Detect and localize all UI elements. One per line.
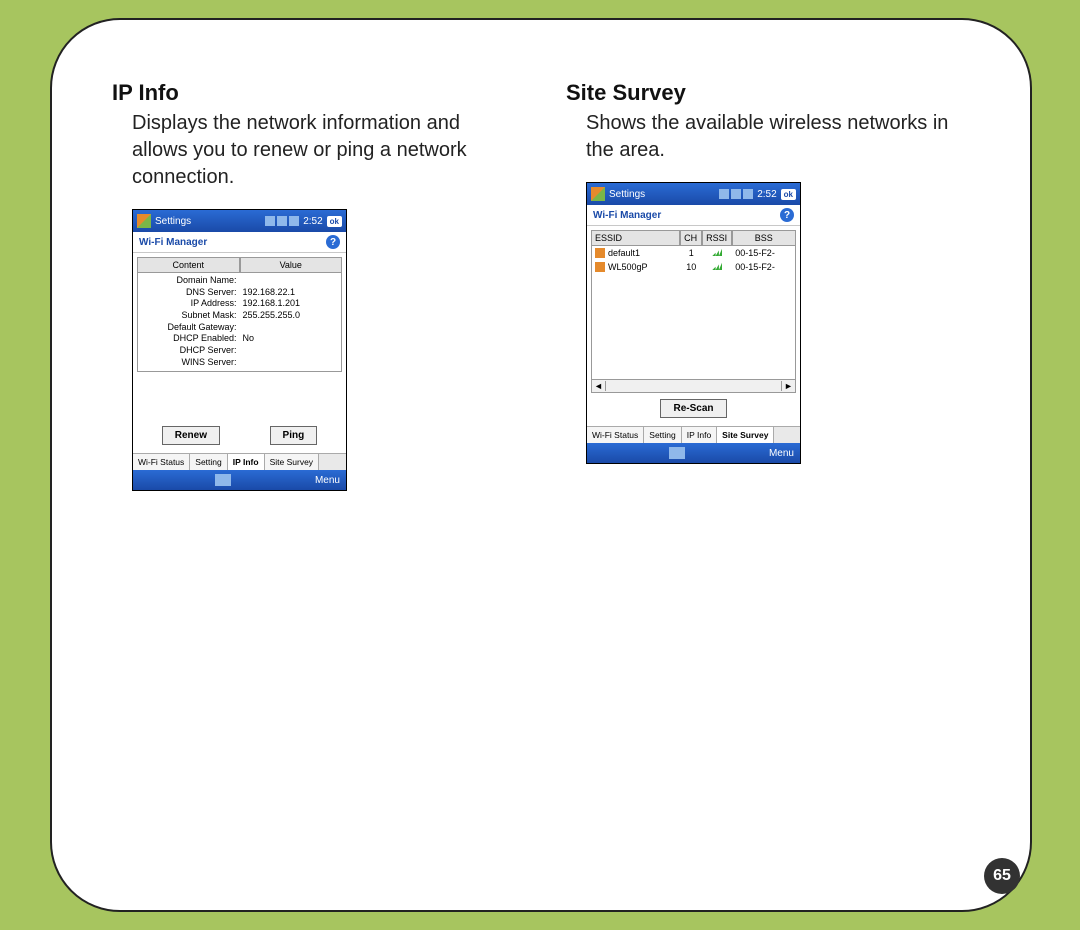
kv-row: IP Address:192.168.1.201: [142, 298, 337, 310]
right-column: Site Survey Shows the available wireless…: [566, 80, 970, 491]
status-icons: [719, 189, 753, 199]
kv-row: Domain Name:: [142, 275, 337, 287]
titlebar: Settings 2:52 ok: [587, 183, 800, 205]
col-rssi: RSSI: [702, 230, 732, 246]
network-row[interactable]: WL500gP 10 00-15-F2-: [592, 260, 795, 274]
tabs: Wi-Fi Status Setting IP Info Site Survey: [133, 453, 346, 470]
tab-setting[interactable]: Setting: [190, 454, 227, 470]
ping-button[interactable]: Ping: [270, 426, 318, 445]
keyboard-icon[interactable]: [215, 474, 231, 486]
screen-body: ESSID CH RSSI BSS default1 1 00-15-F2-: [587, 226, 800, 426]
rescan-row: Re-Scan: [591, 393, 796, 422]
col-content: Content: [137, 257, 240, 273]
col-bss: BSS: [732, 230, 796, 246]
ip-info-screenshot: Settings 2:52 ok Wi-Fi Manager ? Content…: [132, 209, 347, 491]
site-survey-screenshot: Settings 2:52 ok Wi-Fi Manager ? ESSID C…: [586, 182, 801, 464]
kv-row: DHCP Server:: [142, 345, 337, 357]
manual-page: IP Info Displays the network information…: [50, 18, 1032, 912]
titlebar-time: 2:52: [303, 216, 322, 227]
tab-setting[interactable]: Setting: [644, 427, 681, 443]
renew-button[interactable]: Renew: [162, 426, 220, 445]
page-number-badge: 65: [984, 858, 1020, 894]
titlebar-time: 2:52: [757, 189, 776, 200]
scroll-track[interactable]: [606, 380, 781, 392]
bottombar: Menu: [133, 470, 346, 490]
help-icon[interactable]: ?: [326, 235, 340, 249]
left-column: IP Info Displays the network information…: [112, 80, 516, 491]
scroll-left-icon[interactable]: ◄: [592, 381, 606, 391]
subheader-title: Wi-Fi Manager: [139, 237, 207, 248]
tab-wifi-status[interactable]: Wi-Fi Status: [133, 454, 190, 470]
site-survey-description: Shows the available wireless networks in…: [566, 110, 970, 164]
screen-body: Content Value Domain Name: DNS Server:19…: [133, 253, 346, 453]
bottombar: Menu: [587, 443, 800, 463]
kv-body: Domain Name: DNS Server:192.168.22.1 IP …: [137, 273, 342, 372]
kv-row: WINS Server:: [142, 357, 337, 369]
subheader: Wi-Fi Manager ?: [587, 205, 800, 226]
windows-mobile-icon: [137, 214, 151, 228]
network-icon: [595, 248, 605, 258]
ss-body: default1 1 00-15-F2- WL500gP 10 00-15-F2…: [591, 246, 796, 380]
scroll-right-icon[interactable]: ►: [781, 381, 795, 391]
titlebar: Settings 2:52 ok: [133, 210, 346, 232]
menu-label[interactable]: Menu: [769, 448, 794, 459]
keyboard-icon[interactable]: [669, 447, 685, 459]
ip-info-heading: IP Info: [112, 80, 516, 106]
ok-button[interactable]: ok: [327, 216, 342, 227]
kv-row: DNS Server:192.168.22.1: [142, 287, 337, 299]
subheader: Wi-Fi Manager ?: [133, 232, 346, 253]
menu-label[interactable]: Menu: [315, 475, 340, 486]
signal-icon: [712, 262, 722, 270]
rescan-button[interactable]: Re-Scan: [660, 399, 726, 418]
h-scrollbar[interactable]: ◄ ►: [591, 380, 796, 393]
network-icon: [595, 262, 605, 272]
help-icon[interactable]: ?: [780, 208, 794, 222]
ok-button[interactable]: ok: [781, 189, 796, 200]
site-survey-heading: Site Survey: [566, 80, 970, 106]
kv-row: Default Gateway:: [142, 322, 337, 334]
tab-site-survey[interactable]: Site Survey: [717, 427, 774, 443]
tabs: Wi-Fi Status Setting IP Info Site Survey: [587, 426, 800, 443]
tab-ip-info[interactable]: IP Info: [228, 454, 265, 470]
titlebar-label: Settings: [609, 189, 645, 200]
signal-icon: [712, 248, 722, 256]
tab-wifi-status[interactable]: Wi-Fi Status: [587, 427, 644, 443]
kv-row: Subnet Mask:255.255.255.0: [142, 310, 337, 322]
two-column-layout: IP Info Displays the network information…: [112, 80, 970, 491]
titlebar-label: Settings: [155, 216, 191, 227]
windows-mobile-icon: [591, 187, 605, 201]
button-row: Renew Ping: [137, 420, 342, 449]
tab-ip-info[interactable]: IP Info: [682, 427, 717, 443]
status-icons: [265, 216, 299, 226]
ip-info-description: Displays the network information and all…: [112, 110, 516, 191]
col-value: Value: [240, 257, 343, 273]
subheader-title: Wi-Fi Manager: [593, 210, 661, 221]
ss-header: ESSID CH RSSI BSS: [591, 230, 796, 246]
kv-header: Content Value: [137, 257, 342, 273]
col-essid: ESSID: [591, 230, 680, 246]
col-ch: CH: [680, 230, 702, 246]
tab-site-survey[interactable]: Site Survey: [265, 454, 319, 470]
kv-row: DHCP Enabled:No: [142, 333, 337, 345]
network-row[interactable]: default1 1 00-15-F2-: [592, 246, 795, 260]
